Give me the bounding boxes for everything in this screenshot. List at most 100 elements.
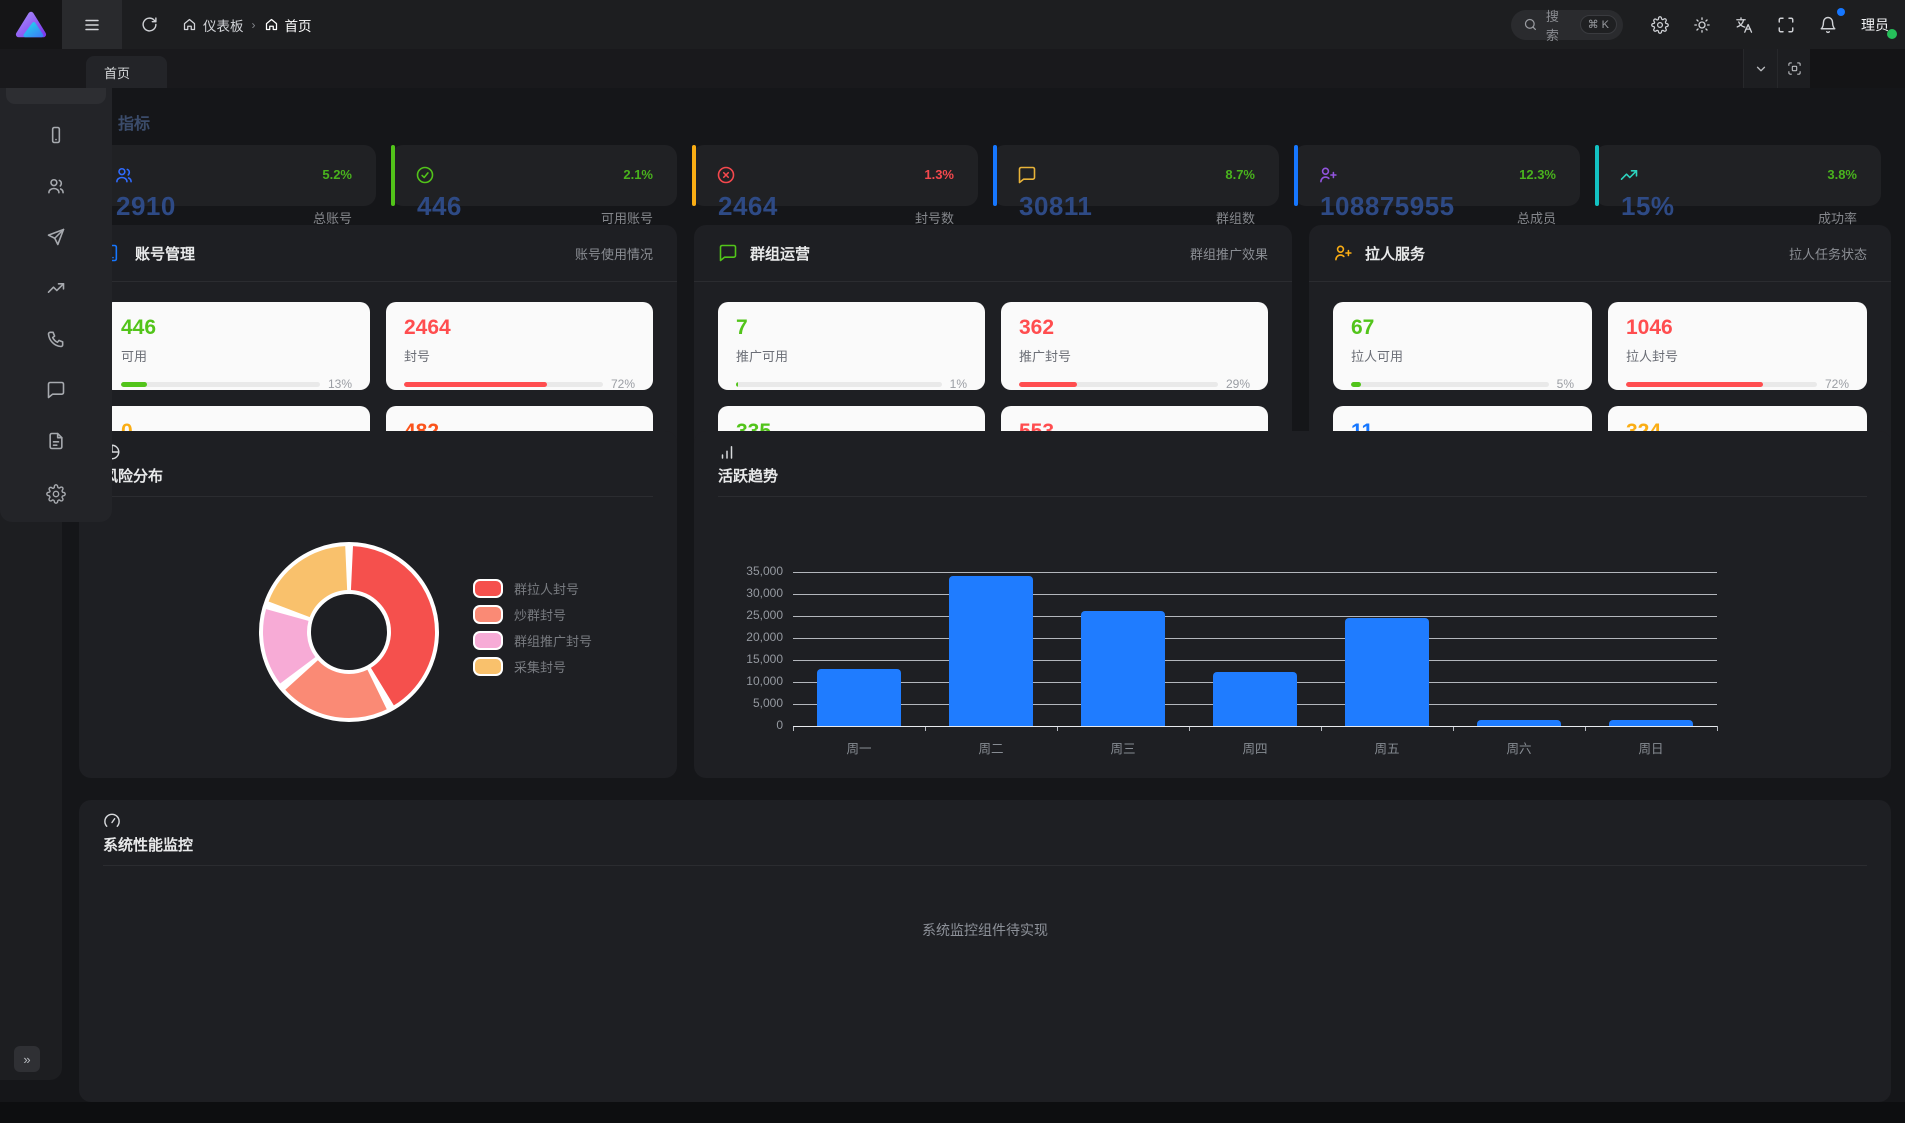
axis-tick xyxy=(1717,726,1718,731)
progress-bar: 13% xyxy=(121,377,352,391)
tab-home[interactable]: 首页 xyxy=(86,56,167,88)
monitor-placeholder-text: 系统监控组件待实现 xyxy=(79,920,1891,940)
tile-label: 拉人封号 xyxy=(1626,346,1849,365)
breadcrumb: 仪表板 › 首页 xyxy=(182,15,312,35)
settings-button[interactable] xyxy=(1641,0,1679,49)
trend-percent: 5.2% xyxy=(322,167,352,182)
axis-tick xyxy=(925,726,926,731)
legend-item[interactable]: 采集封号 xyxy=(475,657,566,676)
x-circle-icon xyxy=(716,165,736,185)
trend-percent: 1.3% xyxy=(924,167,954,182)
bar-周五 xyxy=(1345,618,1429,726)
x-axis-tick-label: 周二 xyxy=(925,738,1057,757)
sidebar-item-logs[interactable] xyxy=(6,419,106,463)
notifications-button[interactable] xyxy=(1809,0,1847,49)
fullscreen-button[interactable] xyxy=(1767,0,1805,49)
tile-value: 446 xyxy=(121,316,352,339)
metric-tile: 7 推广可用 1% xyxy=(718,302,985,390)
metrics-section-title: 指标 xyxy=(118,110,150,134)
app-logo[interactable] xyxy=(0,0,62,49)
stat-card-success-rate: 3.8% 15% 成功率 xyxy=(1595,145,1881,233)
gridline xyxy=(793,638,1717,639)
gear-icon xyxy=(46,484,66,504)
x-axis-tick-label: 周日 xyxy=(1585,738,1717,757)
gridline xyxy=(793,572,1717,573)
breadcrumb-separator: › xyxy=(252,18,256,32)
legend-swatch xyxy=(475,581,501,596)
user-plus-icon xyxy=(1333,243,1353,263)
search-input[interactable]: 搜索 ⌘ K xyxy=(1511,10,1623,40)
stat-value: 108875955 xyxy=(1320,191,1455,222)
tab-dropdown-button[interactable] xyxy=(1743,49,1777,88)
sidebar-item-accounts[interactable] xyxy=(6,164,106,208)
bar-周一 xyxy=(817,669,901,726)
breadcrumb-home[interactable]: 首页 xyxy=(264,15,312,35)
tab-maximize-button[interactable] xyxy=(1777,49,1811,88)
y-axis-tick-label: 15,000 xyxy=(699,652,783,666)
send-icon xyxy=(46,227,66,247)
search-shortcut-badge: ⌘ K xyxy=(1580,15,1617,34)
stat-value: 2910 xyxy=(116,191,176,222)
legend-item[interactable]: 炒群封号 xyxy=(475,605,566,624)
sidebar-item-devices[interactable] xyxy=(6,113,106,157)
sidebar-nav xyxy=(0,49,112,522)
tile-value: 7 xyxy=(736,316,967,339)
progress-bar: 1% xyxy=(736,377,967,391)
translate-icon xyxy=(1735,16,1753,34)
sidebar-item-calls[interactable] xyxy=(6,317,106,361)
gridline xyxy=(793,660,1717,661)
language-button[interactable] xyxy=(1725,0,1763,49)
bar-周六 xyxy=(1477,720,1561,726)
sidebar-item-analytics[interactable] xyxy=(6,266,106,310)
axis-tick xyxy=(1057,726,1058,731)
user-menu[interactable]: 理员 xyxy=(1861,15,1889,35)
breadcrumb-dashboard[interactable]: 仪表板 xyxy=(182,15,244,35)
panel-subtitle: 账号使用情况 xyxy=(575,244,653,263)
sidebar-toggle-button[interactable] xyxy=(62,0,122,49)
online-status-dot xyxy=(1887,29,1897,39)
accent-bar xyxy=(1595,145,1599,206)
stat-card-total-members: 12.3% 108875955 总成员 xyxy=(1294,145,1580,233)
sidebar-item-messages[interactable] xyxy=(6,368,106,412)
tab-bar-end xyxy=(1810,49,1905,88)
users-icon xyxy=(114,165,134,185)
sidebar-collapse-button[interactable]: » xyxy=(14,1046,40,1072)
stat-card-banned-accounts: 1.3% 2464 封号数 xyxy=(692,145,978,233)
tile-label: 拉人可用 xyxy=(1351,346,1574,365)
trend-percent: 12.3% xyxy=(1519,167,1556,182)
users-icon xyxy=(46,176,66,196)
panel-title: 账号管理 xyxy=(135,243,195,264)
gauge-icon xyxy=(103,812,1867,830)
bar-周二 xyxy=(949,576,1033,726)
y-axis-tick-label: 0 xyxy=(699,718,783,732)
bar-周日 xyxy=(1609,720,1693,726)
metric-tile: 2464 封号 72% xyxy=(386,302,653,390)
panel-subtitle: 拉人任务状态 xyxy=(1789,244,1867,263)
y-axis-tick-label: 5,000 xyxy=(699,696,783,710)
x-axis-tick-label: 周三 xyxy=(1057,738,1189,757)
legend-item[interactable]: 群拉人封号 xyxy=(475,579,579,598)
panel-activity-trend: 活跃趋势 05,00010,00015,00020,00025,00030,00… xyxy=(694,431,1891,778)
x-axis-tick-label: 周六 xyxy=(1453,738,1585,757)
dashboard-screen: 指标 5.2% 2910 总账号 2.1% 446 可用账号 1.3% 2464… xyxy=(0,0,1905,1123)
trend-percent: 3.8% xyxy=(1827,167,1857,182)
axis-tick xyxy=(1189,726,1190,731)
progress-bar: 72% xyxy=(404,377,635,391)
bell-icon xyxy=(1819,16,1837,34)
stat-value: 446 xyxy=(417,191,462,222)
trend-percent: 2.1% xyxy=(623,167,653,182)
panel-title: 拉人服务 xyxy=(1365,243,1425,264)
refresh-button[interactable] xyxy=(130,0,168,49)
tile-value: 67 xyxy=(1351,316,1574,339)
tile-label: 可用 xyxy=(121,346,352,365)
theme-toggle-button[interactable] xyxy=(1683,0,1721,49)
sidebar-item-broadcast[interactable] xyxy=(6,215,106,259)
accent-bar xyxy=(391,145,395,206)
sidebar-item-settings[interactable] xyxy=(6,472,106,516)
legend-item[interactable]: 群组推广封号 xyxy=(475,631,592,650)
legend-swatch xyxy=(475,633,501,648)
panel-title: 群组运营 xyxy=(750,243,810,264)
y-axis-tick-label: 25,000 xyxy=(699,608,783,622)
x-axis-tick-label: 周四 xyxy=(1189,738,1321,757)
axis-tick xyxy=(1453,726,1454,731)
